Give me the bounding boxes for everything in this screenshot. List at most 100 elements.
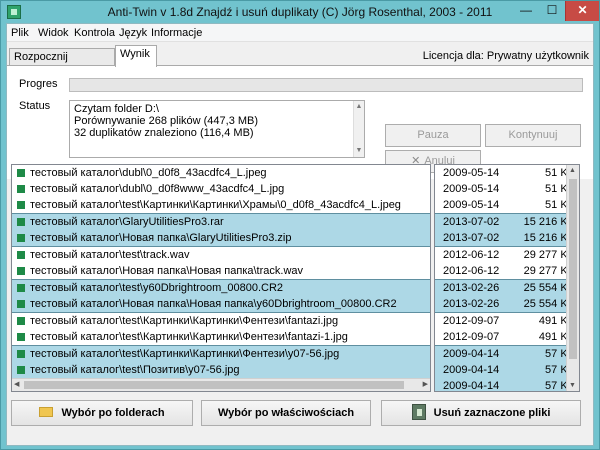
horizontal-scroll-thumb[interactable] [24, 381, 404, 389]
result-row[interactable]: тестовый каталог\test\Картинки\Картинки\… [12, 346, 430, 362]
results-info-list[interactable]: 2009-05-14 51 KB 2009-05-14 51 KB 2009-05-14… [434, 164, 580, 392]
result-info-row[interactable]: 2013-02-26 25 554 KB [435, 296, 579, 312]
result-path: тестовый каталог\test\y60Dbrightroom_008… [30, 282, 284, 294]
file-marker-icon[interactable] [17, 333, 25, 341]
result-date: 2009-04-14 [443, 364, 500, 376]
result-row[interactable]: тестовый каталог\test\Картинки\Картинки\… [12, 197, 430, 213]
select-by-folder-button[interactable]: Wybór po folderach [11, 400, 193, 426]
result-date: 2012-06-12 [443, 265, 500, 277]
select-by-folder-label: Wybór po folderach [61, 407, 165, 419]
title-bar[interactable]: Anti-Twin v 1.8d Znajdź i usuń duplikaty… [1, 1, 599, 23]
scroll-left-icon[interactable]: ◀ [14, 380, 19, 388]
file-marker-icon[interactable] [17, 218, 25, 226]
file-marker-icon[interactable] [17, 185, 25, 193]
status-scrollbar[interactable]: ▲ ▼ [353, 101, 364, 157]
menu-informacje[interactable]: Informacje [151, 27, 202, 39]
result-info-row[interactable]: 2012-09-07 491 KB [435, 313, 579, 329]
result-path: тестовый каталог\test\Картинки\Картинки\… [30, 348, 340, 360]
horizontal-scrollbar[interactable]: ◀ ▶ [12, 378, 430, 391]
status-line: Czytam folder D:\ [74, 103, 159, 115]
file-marker-icon[interactable] [17, 251, 25, 259]
result-info-row[interactable]: 2012-06-12 29 277 KB [435, 263, 579, 279]
result-info-row[interactable]: 2009-05-14 51 KB [435, 181, 579, 197]
scroll-down-icon[interactable]: ▼ [354, 146, 364, 156]
result-info-row[interactable]: 2012-09-07 491 KB [435, 329, 579, 345]
pause-button[interactable]: Pauza [385, 124, 481, 147]
result-row[interactable]: тестовый каталог\dubl\0_d0f8_43acdfc4_L.… [12, 165, 430, 181]
result-row[interactable]: тестовый каталог\test\y60Dbrightroom_008… [12, 280, 430, 296]
result-info-row[interactable]: 2009-05-14 51 KB [435, 197, 579, 213]
client-area: Plik Widok Kontrola Język Informacje Roz… [6, 23, 594, 446]
result-date: 2009-04-14 [443, 380, 500, 392]
status-textbox[interactable]: Czytam folder D:\ Porównywanie 268 plikó… [69, 100, 365, 158]
select-by-property-button[interactable]: Wybór po właściwościach [201, 400, 371, 426]
result-row[interactable]: тестовый каталог\test\Картинки\Картинки\… [12, 313, 430, 329]
vertical-scrollbar[interactable]: ▲ ▼ [566, 165, 579, 391]
license-label: Licencja dla: Prywatny użytkownik [422, 50, 589, 62]
result-date: 2009-05-14 [443, 199, 500, 211]
result-path: тестовый каталог\Новая папка\Новая папка… [30, 298, 397, 310]
result-row[interactable]: тестовый каталог\dubl\0_d0f8www_43acdfc4… [12, 181, 430, 197]
result-path: тестовый каталог\test\Картинки\Картинки\… [30, 199, 401, 211]
result-row[interactable]: тестовый каталог\test\track.wav [12, 247, 430, 263]
result-row[interactable]: тестовый каталог\GlaryUtilitiesPro3.rar [12, 214, 430, 230]
delete-selected-button[interactable]: Usuń zaznaczone pliki [381, 400, 581, 426]
file-marker-icon[interactable] [17, 201, 25, 209]
result-info-row[interactable]: 2012-06-12 29 277 KB [435, 247, 579, 263]
tab-wynik[interactable]: Wynik [115, 45, 157, 67]
scroll-up-icon[interactable]: ▲ [354, 102, 364, 112]
menu-widok[interactable]: Widok [38, 27, 69, 39]
vertical-scroll-thumb[interactable] [569, 179, 577, 359]
status-line: Porównywanie 268 plików (447,3 MB) [74, 115, 259, 127]
result-info-row[interactable]: 2009-04-14 57 KB [435, 362, 579, 378]
result-info-row[interactable]: 2013-07-02 15 216 KB [435, 214, 579, 230]
result-info-row[interactable]: 2009-04-14 57 KB [435, 378, 579, 392]
result-row[interactable]: тестовый каталог\Новая папка\Новая папка… [12, 263, 430, 279]
menu-kontrola[interactable]: Kontrola [74, 27, 115, 39]
result-path: тестовый каталог\dubl\0_d0f8_43acdfc4_L.… [30, 167, 267, 179]
continue-button[interactable]: Kontynuuj [485, 124, 581, 147]
window-title: Anti-Twin v 1.8d Znajdź i usuń duplikaty… [107, 5, 493, 19]
progress-bar [69, 78, 583, 92]
result-path: тестовый каталог\GlaryUtilitiesPro3.rar [30, 216, 224, 228]
result-info-row[interactable]: 2009-05-14 51 KB [435, 165, 579, 181]
result-row[interactable]: тестовый каталог\test\Позитив\у07-56.jpg [12, 362, 430, 378]
app-window: Anti-Twin v 1.8d Znajdź i usuń duplikaty… [0, 0, 600, 450]
menu-plik[interactable]: Plik [11, 27, 29, 39]
result-row[interactable]: тестовый каталог\test\Картинки\Картинки\… [12, 329, 430, 345]
menu-jezyk[interactable]: Język [119, 27, 147, 39]
file-marker-icon[interactable] [17, 284, 25, 292]
result-date: 2009-05-14 [443, 167, 500, 179]
result-row[interactable]: тестовый каталог\Новая папка\Новая папка… [12, 296, 430, 312]
result-path: тестовый каталог\dubl\0_d0f8www_43acdfc4… [30, 183, 285, 195]
file-marker-icon[interactable] [17, 267, 25, 275]
scroll-right-icon[interactable]: ▶ [423, 380, 428, 388]
file-marker-icon[interactable] [17, 350, 25, 358]
result-date: 2012-09-07 [443, 331, 500, 343]
minimize-button[interactable]: — [513, 1, 539, 21]
tab-rozpocznij-szukanie[interactable]: Rozpocznij szukanie [9, 48, 115, 79]
delete-selected-label: Usuń zaznaczone pliki [433, 407, 551, 419]
result-info-row[interactable]: 2013-07-02 15 216 KB [435, 230, 579, 246]
result-path: тестовый каталог\test\Картинки\Картинки\… [30, 315, 339, 327]
file-marker-icon[interactable] [17, 317, 25, 325]
file-marker-icon[interactable] [17, 366, 25, 374]
file-marker-icon[interactable] [17, 169, 25, 177]
result-info-row[interactable]: 2013-02-26 25 554 KB [435, 280, 579, 296]
scroll-up-icon[interactable]: ▲ [569, 167, 576, 174]
select-by-property-label: Wybór po właściwościach [217, 407, 355, 419]
result-path: тестовый каталог\Новая папка\Новая папка… [30, 265, 304, 277]
action-bar: Wybór po folderach Wybór po właściwościa… [7, 400, 593, 430]
file-marker-icon[interactable] [17, 234, 25, 242]
result-path: тестовый каталог\Новая папка\GlaryUtilit… [30, 232, 292, 244]
maximize-button[interactable]: ☐ [539, 1, 565, 21]
file-marker-icon[interactable] [17, 300, 25, 308]
results-path-list[interactable]: тестовый каталог\dubl\0_d0f8_43acdfc4_L.… [11, 164, 431, 392]
result-info-row[interactable]: 2009-04-14 57 KB [435, 346, 579, 362]
close-button[interactable]: ✕ [565, 1, 599, 21]
scroll-down-icon[interactable]: ▼ [569, 382, 576, 389]
result-path: тестовый каталог\test\Позитив\у07-56.jpg [30, 364, 240, 376]
result-date: 2013-02-26 [443, 282, 500, 294]
folder-icon [39, 407, 54, 418]
result-row[interactable]: тестовый каталог\Новая папка\GlaryUtilit… [12, 230, 430, 246]
